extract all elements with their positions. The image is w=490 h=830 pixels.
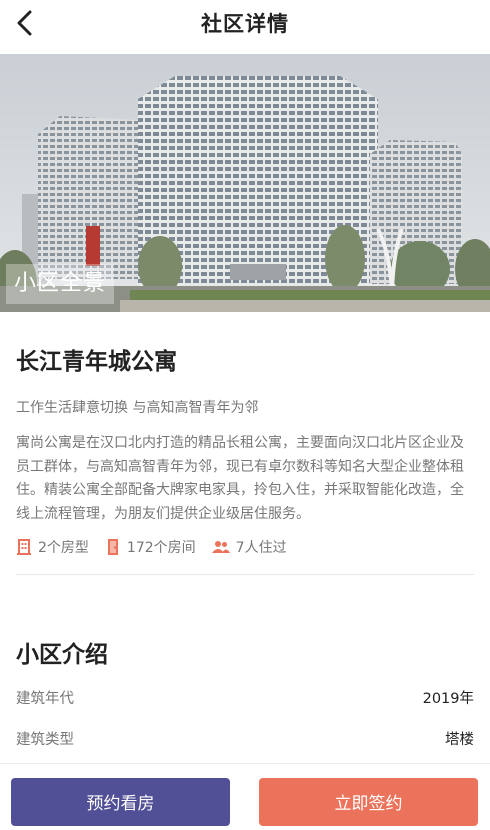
info-row-build-type: 建筑类型 塔楼	[16, 728, 474, 749]
info-row-build-year: 建筑年代 2019年	[16, 687, 474, 708]
building-icon	[17, 539, 31, 555]
info-value: 2019年	[422, 691, 474, 707]
panorama-label: 小区全景	[6, 264, 115, 304]
stat-text: 7人住过	[235, 540, 287, 556]
people-icon	[211, 541, 230, 553]
community-description: 寓尚公寓是在汉口北内打造的精品长租公寓，主要面向汉口北片区企业及员工群体，与高知…	[16, 435, 464, 522]
community-stats: 2个房型 172个房间 7人住过	[16, 537, 303, 557]
info-value: 塔楼	[445, 732, 474, 748]
community-slogan: 工作生活肆意切换 与高知高智青年为邻	[16, 400, 259, 416]
page-title: 社区详情	[201, 12, 289, 36]
stat-rooms: 172个房间	[105, 537, 196, 557]
stat-text: 172个房间	[126, 540, 196, 556]
community-panorama-image[interactable]: 小区全景	[0, 54, 490, 312]
intro-section-title: 小区介绍	[16, 642, 108, 668]
top-nav-bar: 社区详情	[0, 0, 490, 55]
info-label: 建筑类型	[16, 732, 74, 748]
community-name: 长江青年城公寓	[16, 349, 177, 375]
sign-now-button[interactable]: 立即签约	[259, 778, 478, 826]
bottom-action-bar: 预约看房 立即签约	[0, 763, 490, 828]
stat-room-types: 2个房型	[16, 537, 89, 557]
stat-residents: 7人住过	[211, 537, 287, 557]
door-icon	[107, 539, 118, 555]
book-viewing-button[interactable]: 预约看房	[11, 778, 230, 826]
info-label: 建筑年代	[16, 691, 74, 707]
divider	[16, 574, 474, 575]
stat-text: 2个房型	[38, 540, 89, 556]
